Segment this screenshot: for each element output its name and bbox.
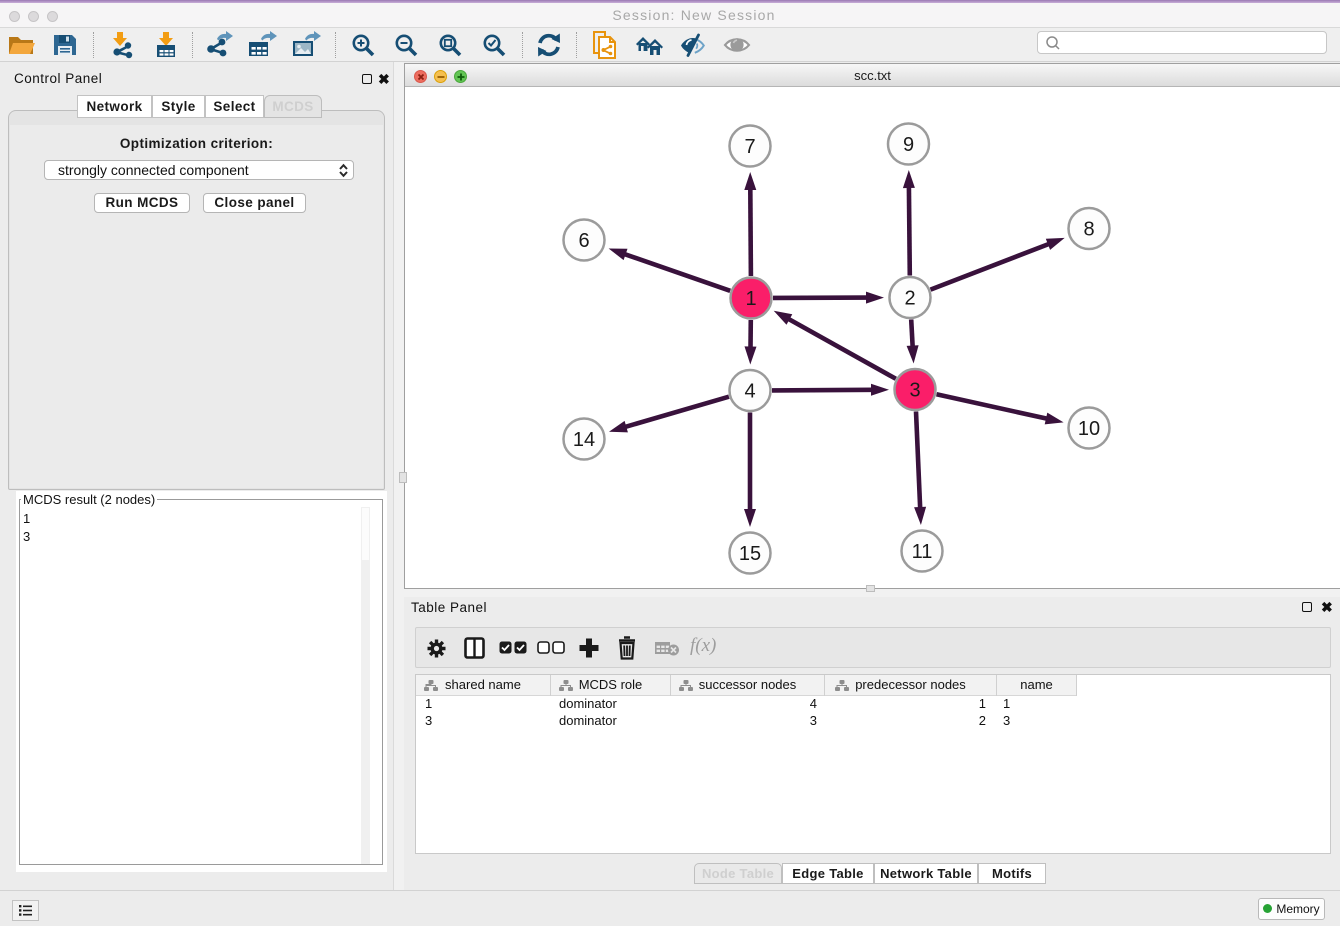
- svg-text:3: 3: [909, 380, 920, 402]
- svg-text:8: 8: [1083, 219, 1094, 241]
- svg-text:11: 11: [912, 541, 933, 563]
- svg-text:6: 6: [578, 230, 589, 252]
- svg-text:7: 7: [744, 136, 755, 158]
- svg-text:9: 9: [903, 134, 914, 156]
- svg-text:15: 15: [739, 543, 761, 565]
- svg-text:10: 10: [1078, 418, 1100, 440]
- svg-text:4: 4: [744, 381, 755, 403]
- svg-text:1: 1: [745, 288, 756, 310]
- svg-text:2: 2: [904, 288, 915, 310]
- svg-text:14: 14: [573, 429, 595, 451]
